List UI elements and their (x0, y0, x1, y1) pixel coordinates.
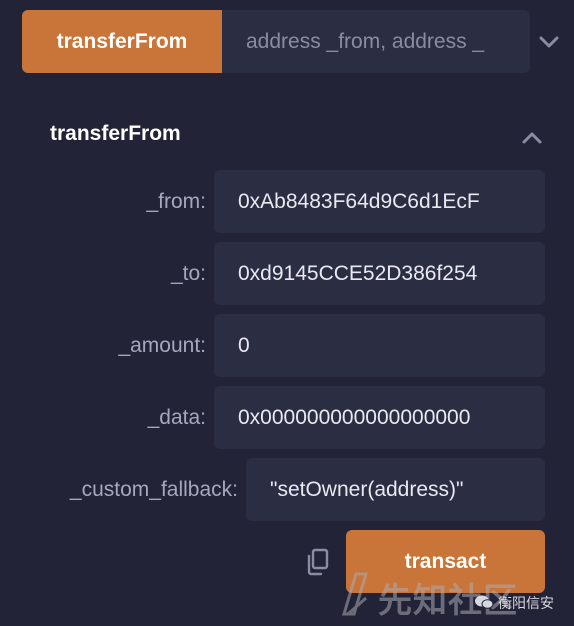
site-logo-icon (340, 570, 370, 625)
transferfrom-params-input[interactable]: address _from, address _ (222, 10, 530, 73)
to-label: _to: (170, 262, 206, 285)
to-field[interactable]: 0xd9145CCE52D386f254 (214, 242, 545, 305)
wechat-label-text: 衡阳信安 (498, 595, 554, 611)
wechat-label: 衡阳信安 (474, 590, 554, 616)
transferfrom-function-button[interactable]: transferFrom (22, 10, 222, 73)
section-title: transferFrom (50, 122, 181, 145)
data-field[interactable]: 0x000000000000000000 (214, 386, 545, 449)
from-label: _from: (146, 190, 206, 213)
chevron-down-icon[interactable] (536, 30, 562, 54)
data-label: _data: (147, 406, 206, 429)
custom-fallback-field[interactable]: "setOwner(address)" (246, 458, 545, 521)
copy-icon[interactable] (305, 548, 331, 581)
chevron-up-icon[interactable] (519, 126, 545, 150)
amount-field[interactable]: 0 (214, 314, 545, 377)
custom-fallback-label: _custom_fallback: (69, 478, 238, 501)
wechat-icon (474, 594, 494, 613)
from-field[interactable]: 0xAb8483F64d9C6d1EcF (214, 170, 545, 233)
amount-label: _amount: (118, 334, 206, 357)
